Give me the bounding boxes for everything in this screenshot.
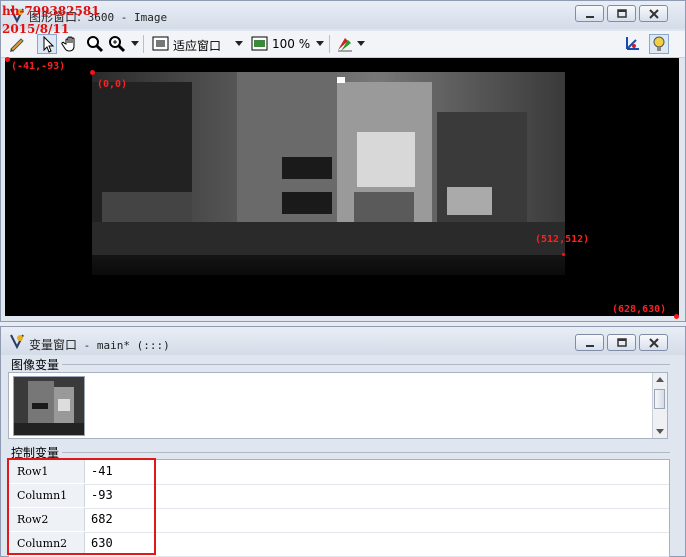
color-tool-button[interactable] [335,34,355,54]
fit-window-icon [152,36,169,51]
watermark-id: hh-799382581 [2,4,100,18]
zoom-in-icon [109,36,126,53]
coord-label-image-end: (512,512) [535,234,590,245]
light-tool-button[interactable] [649,34,669,54]
zoom-in-button[interactable] [107,34,127,54]
image-variables-heading: 图像变量 [11,358,60,372]
lightbulb-icon [653,36,665,51]
minimize-button[interactable] [575,5,604,22]
zoom-level-button[interactable] [250,34,270,54]
zoom-level-dropdown-arrow[interactable] [316,41,324,46]
color-palette-icon [338,38,352,52]
image-variable-thumbnail[interactable] [13,376,85,436]
group-divider [62,452,670,453]
corner-marker-image-end [562,253,565,256]
graphics-window-titlebar[interactable]: 图形窗口: 3600 - Image [1,1,685,29]
magnifier-icon [87,36,104,53]
close-button[interactable] [639,5,668,22]
hand-icon [61,36,75,52]
maximize-button[interactable] [607,5,636,22]
corner-marker-top-left [5,57,10,62]
fit-window-button[interactable] [151,34,171,54]
highlight-annotation-box [7,458,156,555]
cursor-icon [43,35,55,53]
scroll-up-arrow-icon[interactable] [656,377,664,382]
factory-machine-image [92,72,565,255]
variable-window-title: 变量窗口 - main* (:::) [29,338,170,352]
thumbnail-image [14,377,84,435]
halcon-app-icon [10,334,24,349]
pencil-icon [10,38,24,52]
toolbar-separator [329,35,330,53]
close-button[interactable] [639,334,668,351]
variable-window-titlebar[interactable]: 变量窗口 - main* (:::) [1,327,685,355]
zoom-tool-button[interactable] [85,34,105,54]
image-variables-panel [8,372,668,439]
toolbar-separator [143,35,144,53]
close-icon [649,9,659,19]
coord-label-bottom-right: (628,630) [612,304,667,315]
coord-label-top-left: (-41,-93) [11,61,66,72]
fit-dropdown-arrow[interactable] [235,41,243,46]
minimize-button[interactable] [575,334,604,351]
maximize-icon [617,9,627,18]
group-divider [62,364,670,365]
image-variables-scrollbar[interactable] [652,373,667,438]
maximize-icon [617,338,627,347]
coordinate-tool-button[interactable] [622,34,642,54]
graphics-toolbar: 适应窗口 100 % [1,31,685,58]
image-canvas[interactable]: (-41,-93) (0,0) (512,512) (628,630) [5,57,679,319]
scroll-down-arrow-icon[interactable] [656,429,664,434]
close-icon [649,338,659,348]
fit-window-label[interactable]: 适应窗口 [173,37,221,54]
zoom-dropdown-arrow[interactable] [131,41,139,46]
pointer-tool-button[interactable] [37,34,57,54]
corner-marker-origin [90,70,95,75]
zoom-image-icon [251,36,268,51]
minimize-icon [586,345,594,347]
zoom-level-label[interactable]: 100 % [272,37,310,51]
axis-icon [626,37,639,50]
corner-marker-bottom-right [674,314,679,319]
scrollbar-thumb[interactable] [654,389,665,409]
color-dropdown-arrow[interactable] [357,41,365,46]
graphics-window: 图形窗口: 3600 - Image 适应窗口 100 % (-41,-93) … [0,0,686,322]
coord-label-origin: (0,0) [97,79,128,90]
pencil-tool-button[interactable] [7,34,27,54]
maximize-button[interactable] [607,334,636,351]
watermark-date: 2015/8/11 [2,22,70,36]
image-floor-strip [92,255,565,275]
minimize-icon [586,16,594,18]
pan-tool-button[interactable] [61,34,81,54]
